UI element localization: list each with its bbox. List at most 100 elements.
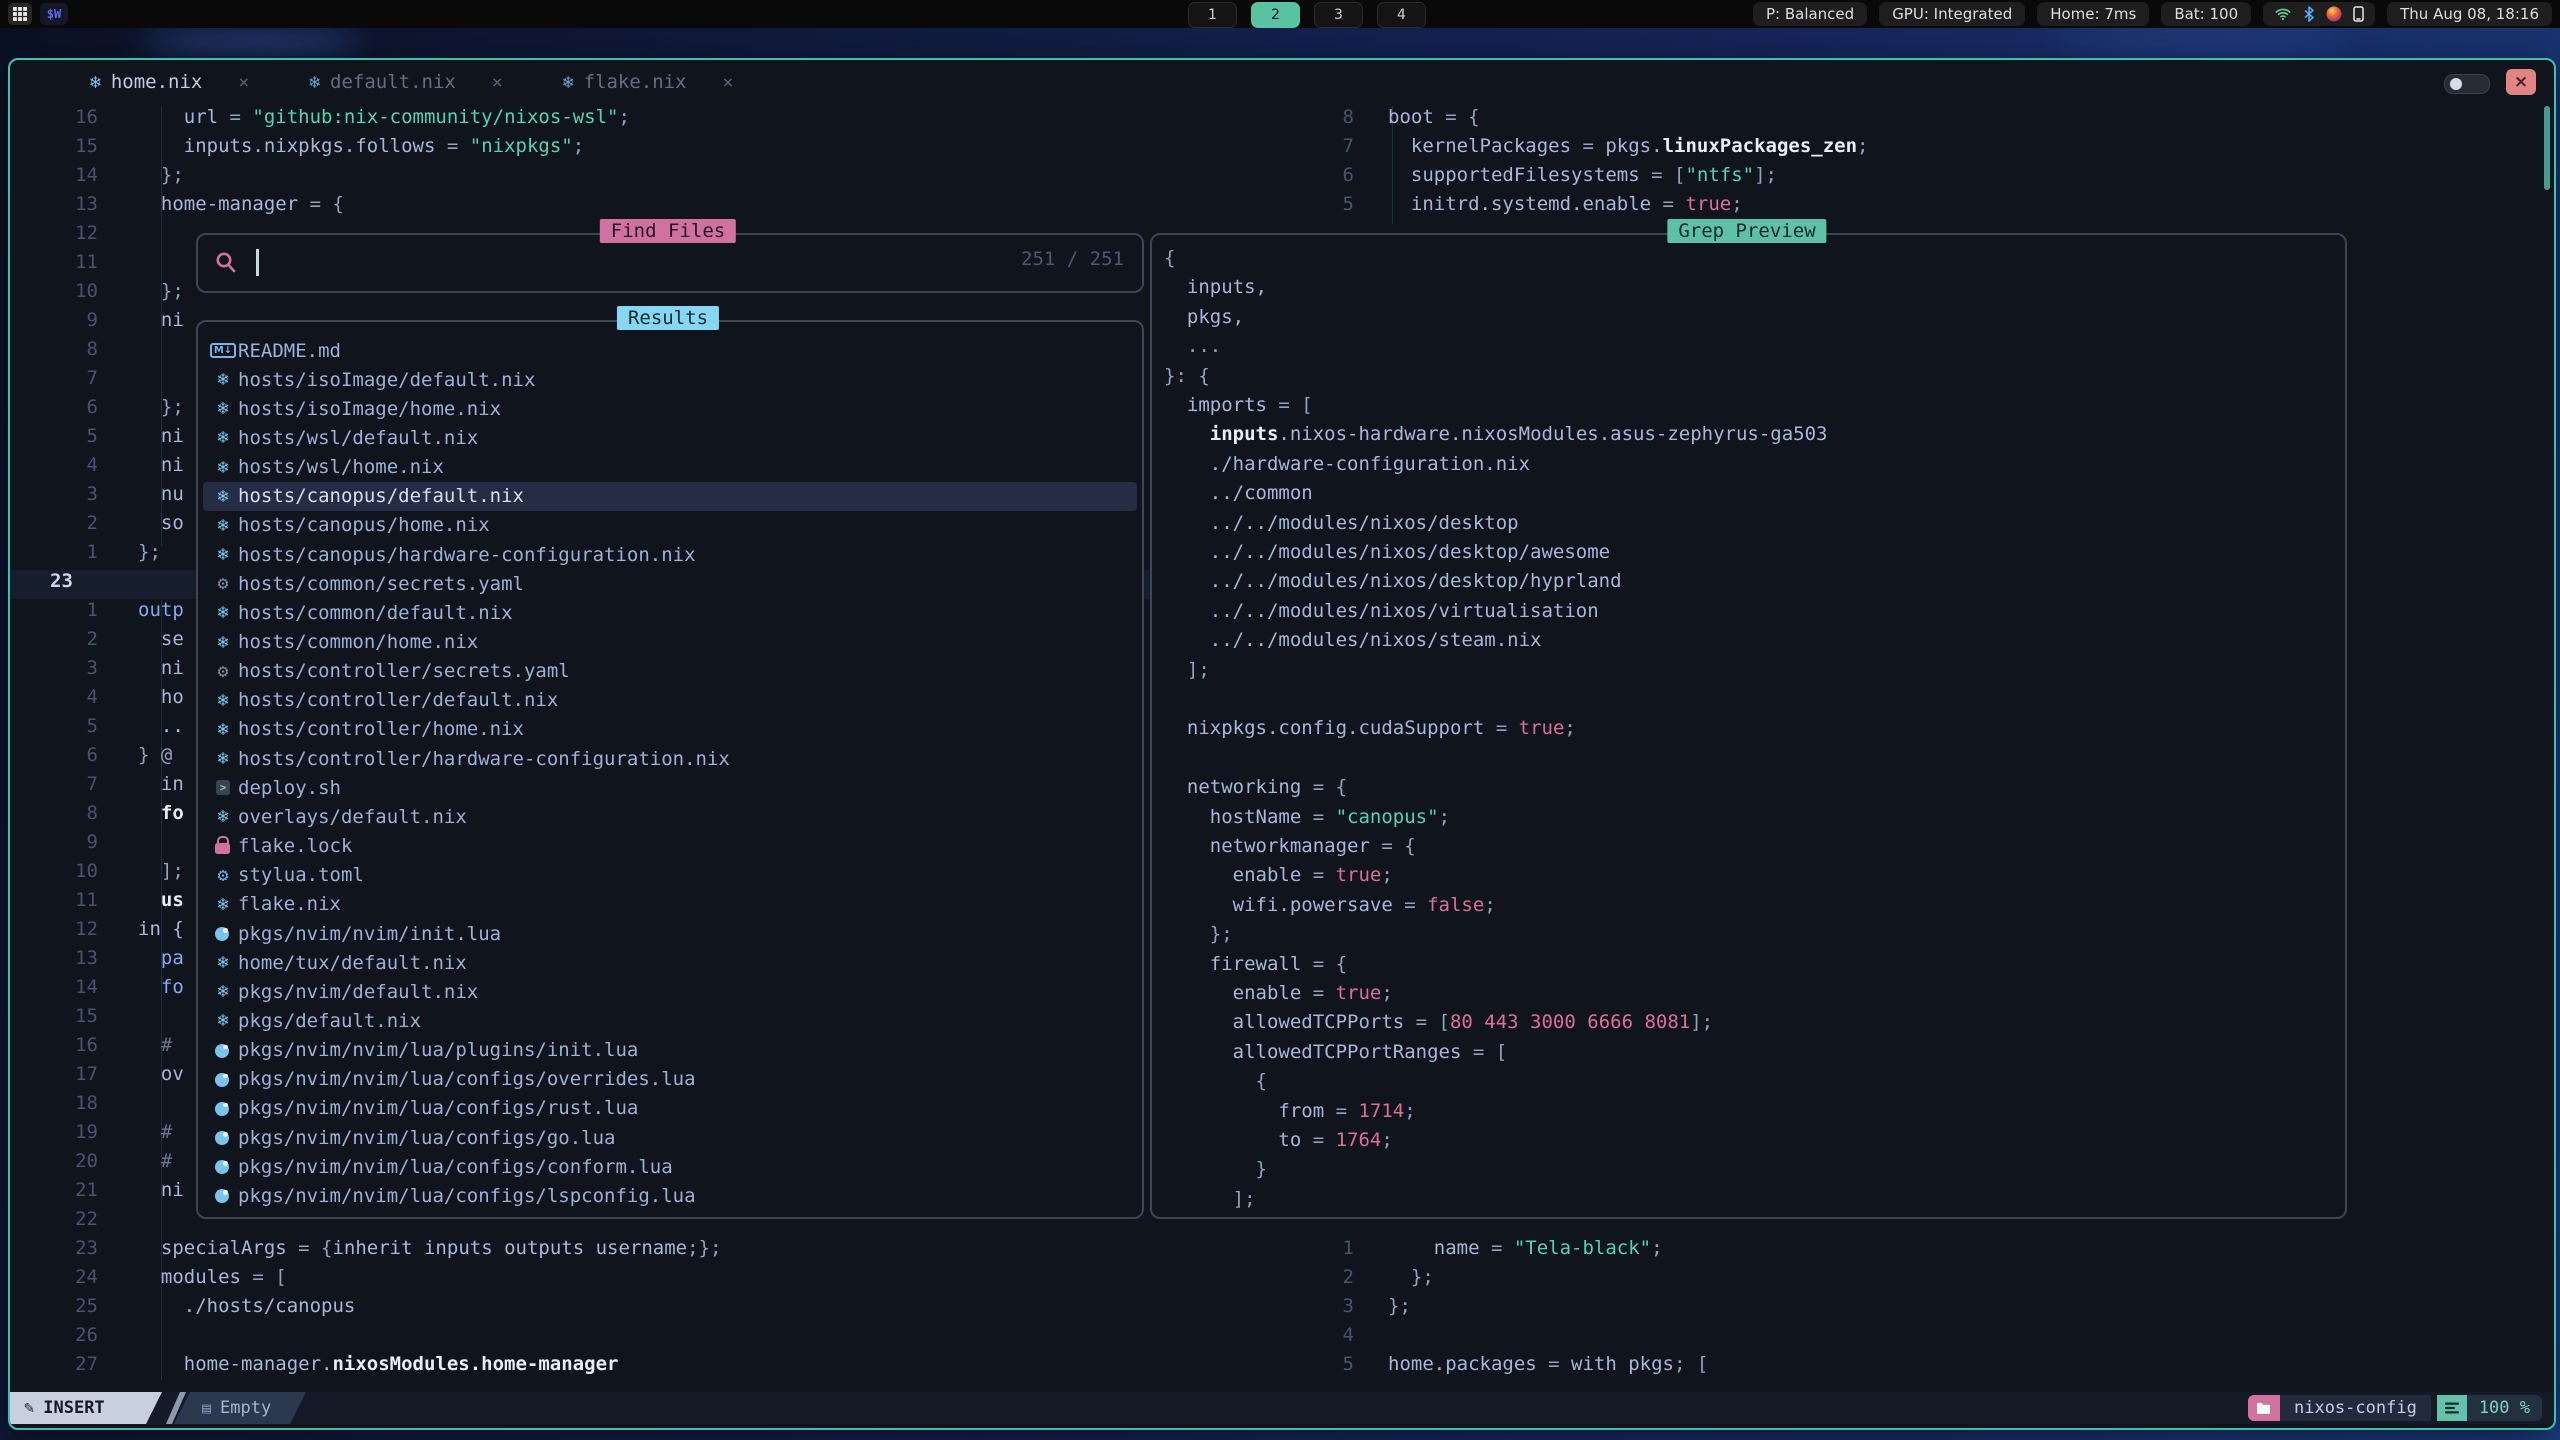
file-result-label: hosts/canopus/home.nix xyxy=(238,514,490,536)
preview-line: networkmanager = { xyxy=(1164,835,1416,864)
file-result[interactable]: pkgs/nvim/nvim/lua/configs/lspconfig.lua xyxy=(208,1181,1132,1210)
file-result[interactable]: hosts/isoImage/home.nix xyxy=(208,394,1132,423)
file-result[interactable]: hosts/controller/home.nix xyxy=(208,715,1132,744)
code-line[interactable]: 7 kernelPackages = pkgs.linuxPackages_ze… xyxy=(1302,135,2528,164)
results-title: Results xyxy=(617,306,719,330)
line-number: 2 xyxy=(1302,1266,1354,1288)
close-button[interactable]: × xyxy=(2506,69,2536,95)
launcher-icon[interactable] xyxy=(8,3,32,25)
scrollbar-thumb[interactable] xyxy=(2544,106,2550,190)
file-result-label: pkgs/nvim/default.nix xyxy=(238,981,478,1003)
preview-line: inputs.nixos-hardware.nixosModules.asus-… xyxy=(1164,423,1827,452)
code-line[interactable]: 6 supportedFilesystems = ["ntfs"]; xyxy=(1302,164,2528,193)
file-result[interactable]: pkgs/nvim/nvim/lua/configs/rust.lua xyxy=(208,1094,1132,1123)
code-token: }; xyxy=(1388,1266,1434,1288)
yaml-file-icon xyxy=(208,657,238,686)
code-line[interactable]: 2 }; xyxy=(1302,1266,2528,1295)
file-result[interactable]: hosts/common/home.nix xyxy=(208,628,1132,657)
nix-file-icon xyxy=(208,598,238,627)
workspace-2-active[interactable]: 2 xyxy=(1251,2,1300,28)
battery-module[interactable]: Bat: 100 xyxy=(2161,2,2251,26)
code-line[interactable]: 8boot = { xyxy=(1302,106,2528,135)
code-token: = xyxy=(1301,806,1335,828)
code-token: = xyxy=(1393,894,1427,916)
file-result[interactable]: deploy.sh xyxy=(208,773,1132,802)
file-result[interactable]: hosts/controller/secrets.yaml xyxy=(208,657,1132,686)
code-token: ; xyxy=(1731,193,1742,215)
code-token: boot xyxy=(1388,106,1434,128)
code-token: inputs xyxy=(1210,423,1279,445)
line-number: 6 xyxy=(1302,164,1354,186)
code-token: { xyxy=(1164,1070,1267,1092)
code-token: = [ xyxy=(1461,1041,1507,1063)
file-result[interactable]: pkgs/nvim/nvim/lua/configs/conform.lua xyxy=(208,1152,1132,1181)
file-result[interactable]: hosts/controller/hardware-configuration.… xyxy=(208,744,1132,773)
file-result[interactable]: hosts/controller/default.nix xyxy=(208,686,1132,715)
firefox-icon[interactable] xyxy=(2326,6,2342,22)
phone-icon[interactable] xyxy=(2353,6,2364,22)
file-result[interactable]: pkgs/default.nix xyxy=(208,1006,1132,1035)
workspace-4[interactable]: 4 xyxy=(1377,2,1426,28)
file-result[interactable]: hosts/canopus/default.nix xyxy=(203,482,1137,511)
file-result-label: hosts/controller/hardware-configuration.… xyxy=(238,748,730,770)
code-token: ; xyxy=(1651,1237,1662,1259)
code-token: ; xyxy=(1564,717,1575,739)
file-result[interactable]: README.md xyxy=(208,336,1132,365)
code-token: pkgs, xyxy=(1164,306,1244,328)
file-result[interactable]: pkgs/nvim/default.nix xyxy=(208,977,1132,1006)
code-token: = { xyxy=(1434,106,1480,128)
code-token: imports xyxy=(1164,394,1267,416)
bluetooth-icon[interactable] xyxy=(2303,6,2315,22)
file-result[interactable]: pkgs/nvim/nvim/lua/configs/overrides.lua xyxy=(208,1065,1132,1094)
file-result[interactable]: pkgs/nvim/nvim/init.lua xyxy=(208,919,1132,948)
file-result-label: hosts/isoImage/home.nix xyxy=(238,398,501,420)
file-result[interactable]: hosts/common/secrets.yaml xyxy=(208,569,1132,598)
nix-file-icon xyxy=(208,540,238,569)
code-line[interactable]: 5home.packages = with pkgs; [ xyxy=(1302,1353,2528,1382)
code-line[interactable]: 4 xyxy=(1302,1324,2528,1353)
file-result[interactable]: stylua.toml xyxy=(208,861,1132,890)
preview-line: enable = true; xyxy=(1164,864,1393,893)
file-result[interactable]: hosts/wsl/home.nix xyxy=(208,453,1132,482)
code-token: ; xyxy=(1404,1100,1415,1122)
file-result[interactable]: home/tux/default.nix xyxy=(208,948,1132,977)
code-line[interactable]: 3}; xyxy=(1302,1295,2528,1324)
clock-module[interactable]: Thu Aug 08, 18:16 xyxy=(2387,2,2552,26)
file-result[interactable]: overlays/default.nix xyxy=(208,802,1132,831)
gpu-module[interactable]: GPU: Integrated xyxy=(1879,2,2025,26)
file-result[interactable]: hosts/isoImage/default.nix xyxy=(208,365,1132,394)
code-line[interactable]: 5 initrd.systemd.enable = true; xyxy=(1302,193,2528,222)
file-result-label: flake.lock xyxy=(238,835,352,857)
file-result-label: flake.nix xyxy=(238,893,341,915)
toml-file-icon xyxy=(208,861,238,890)
code-line[interactable]: 1 name = "Tela-black"; xyxy=(1302,1237,2528,1266)
file-result[interactable]: flake.nix xyxy=(208,890,1132,919)
code-token: }: { xyxy=(1164,365,1210,387)
nix-file-icon xyxy=(208,394,238,423)
file-result-label: deploy.sh xyxy=(238,777,341,799)
file-result[interactable]: hosts/canopus/hardware-configuration.nix xyxy=(208,540,1132,569)
wm-logo[interactable]: $W xyxy=(40,3,68,25)
ping-module[interactable]: Home: 7ms xyxy=(2037,2,2149,26)
file-result[interactable]: pkgs/nvim/nvim/lua/plugins/init.lua xyxy=(208,1036,1132,1065)
file-result[interactable]: flake.lock xyxy=(208,832,1132,861)
workspace-1[interactable]: 1 xyxy=(1188,2,1237,28)
file-result-label: home/tux/default.nix xyxy=(238,952,467,974)
power-profile-module[interactable]: P: Balanced xyxy=(1753,2,1867,26)
wm-logo-text: $W xyxy=(47,7,61,21)
nix-file-icon xyxy=(208,802,238,831)
file-result[interactable]: hosts/canopus/home.nix xyxy=(208,511,1132,540)
code-token: ]; xyxy=(1690,1011,1713,1033)
code-token: = xyxy=(1301,982,1335,1004)
lua-file-icon xyxy=(208,1123,238,1152)
wifi-icon[interactable] xyxy=(2274,6,2292,22)
file-result[interactable]: hosts/wsl/default.nix xyxy=(208,423,1132,452)
project-name[interactable]: nixos-config xyxy=(2280,1395,2431,1421)
code-token: ./hardware-configuration.nix xyxy=(1164,453,1530,475)
workspace-3[interactable]: 3 xyxy=(1314,2,1363,28)
file-result[interactable]: pkgs/nvim/nvim/lua/configs/go.lua xyxy=(208,1123,1132,1152)
window-toggle[interactable] xyxy=(2444,74,2490,94)
code-token: ; xyxy=(1484,894,1495,916)
file-result[interactable]: hosts/common/default.nix xyxy=(208,598,1132,627)
preview-line: to = 1764; xyxy=(1164,1129,1393,1158)
